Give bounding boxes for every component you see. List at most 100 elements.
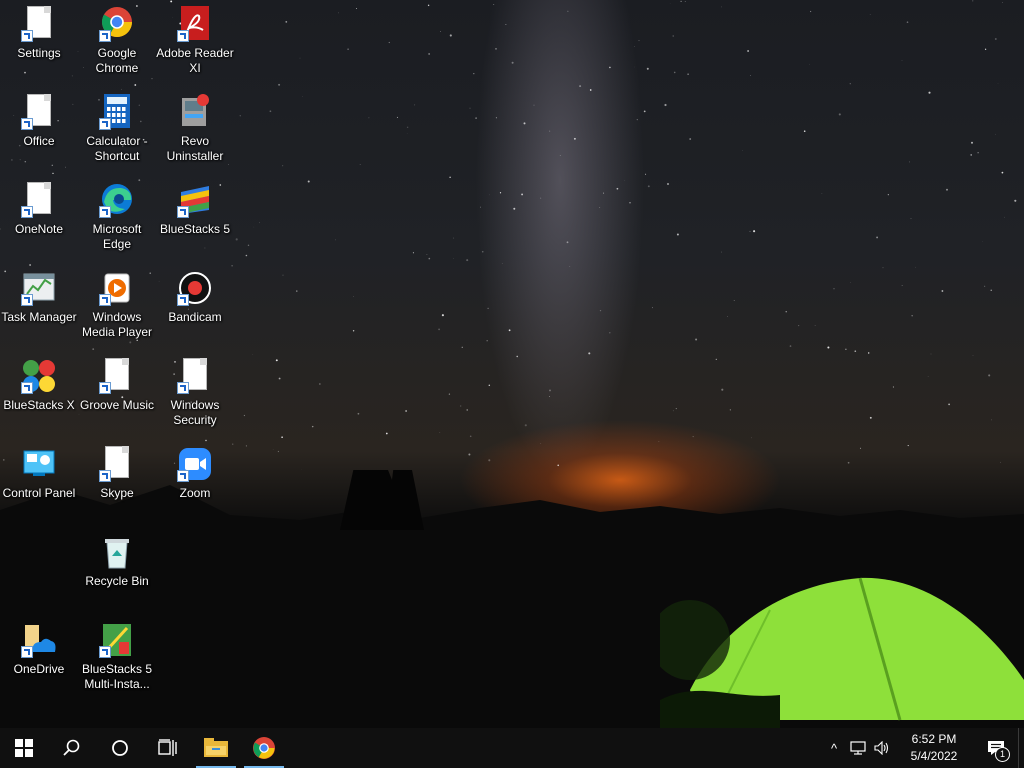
task-view-button[interactable] xyxy=(144,728,192,768)
desktop-icon-calculator-shortcut[interactable]: Calculator - Shortcut xyxy=(78,88,156,174)
clock-date: 5/4/2022 xyxy=(910,749,958,763)
calculator-icon xyxy=(99,94,135,130)
action-center-button[interactable]: 1 xyxy=(974,728,1018,768)
desktop-icon-google-chrome[interactable]: Google Chrome xyxy=(78,0,156,86)
desktop-icon-label: BlueStacks 5 Multi-Insta... xyxy=(81,662,153,691)
desktop-icon-bluestacks-x[interactable]: BlueStacks X xyxy=(0,352,78,438)
task-view-icon xyxy=(158,739,177,756)
desktop-icon-label: Adobe Reader XI xyxy=(156,46,234,75)
cortana-button[interactable] xyxy=(96,728,144,768)
notification-count-badge: 1 xyxy=(995,747,1010,762)
taskbar-chrome[interactable] xyxy=(240,728,288,768)
shortcut-arrow-icon xyxy=(99,646,111,658)
desktop-icon-bandicam[interactable]: Bandicam xyxy=(156,264,234,350)
desktop-icon-bluestacks-5-multi-insta[interactable]: BlueStacks 5 Multi-Insta... xyxy=(78,616,156,702)
network-button[interactable] xyxy=(846,728,870,768)
shortcut-arrow-icon xyxy=(21,382,33,394)
groove-music-doc-icon xyxy=(99,358,135,394)
clock[interactable]: 6:52 PM 5/4/2022 xyxy=(894,731,974,765)
desktop-icon-settings[interactable]: Settings xyxy=(0,0,78,86)
shortcut-arrow-icon xyxy=(99,294,111,306)
control-panel-icon xyxy=(21,446,57,482)
desktop-icon-microsoft-edge[interactable]: Microsoft Edge xyxy=(78,176,156,262)
desktop-icon-label: Skype xyxy=(100,486,134,500)
desktop-icon-label: Settings xyxy=(17,46,61,60)
desktop-icon-label: Microsoft Edge xyxy=(92,222,142,251)
desktop-icon-recycle-bin[interactable]: Recycle Bin xyxy=(78,528,156,614)
desktop[interactable]: Settings Google Chrome Adobe Reader XI Offi… xyxy=(0,0,1024,728)
desktop-icon-label: OneNote xyxy=(14,222,64,236)
volume-icon xyxy=(874,741,889,755)
windows-security-doc-icon xyxy=(177,358,213,394)
shortcut-arrow-icon xyxy=(21,294,33,306)
desktop-icon-onenote[interactable]: OneNote xyxy=(0,176,78,262)
desktop-icon-skype[interactable]: Skype xyxy=(78,440,156,526)
media-player-icon xyxy=(99,270,135,306)
search-button[interactable] xyxy=(48,728,96,768)
chrome-icon xyxy=(99,6,135,42)
desktop-icon-bluestacks-5[interactable]: BlueStacks 5 xyxy=(156,176,234,262)
search-icon xyxy=(63,739,80,756)
desktop-icon-task-manager[interactable]: Task Manager xyxy=(0,264,78,350)
shortcut-arrow-icon xyxy=(177,470,189,482)
clock-time: 6:52 PM xyxy=(911,732,957,746)
task-manager-icon xyxy=(21,270,57,306)
shortcut-arrow-icon xyxy=(21,30,33,42)
network-icon xyxy=(850,741,866,755)
bluestacks-multi-instance-icon xyxy=(99,622,135,658)
shortcut-arrow-icon xyxy=(99,382,111,394)
desktop-icon-label: Task Manager xyxy=(1,310,77,324)
start-icon xyxy=(15,739,33,757)
tent-illustration xyxy=(660,577,1024,728)
skype-doc-icon xyxy=(99,446,135,482)
desktop-icon-groove-music[interactable]: Groove Music xyxy=(78,352,156,438)
shortcut-arrow-icon xyxy=(99,470,111,482)
chrome-icon xyxy=(253,737,275,759)
shortcut-arrow-icon xyxy=(177,30,189,42)
taskbar-file-explorer[interactable] xyxy=(192,728,240,768)
system-tray: ^ 6:52 PM 5/4/2022 1 xyxy=(822,728,1024,768)
bluestacks-x-icon xyxy=(21,358,57,394)
file-explorer-icon xyxy=(204,738,228,757)
desktop-icon-label: Recycle Bin xyxy=(85,574,149,588)
tray-chevron-button[interactable]: ^ xyxy=(822,728,846,768)
volume-button[interactable] xyxy=(870,728,894,768)
desktop-icon-label: Windows Security xyxy=(170,398,220,427)
start-button[interactable] xyxy=(0,728,48,768)
show-desktop-button[interactable] xyxy=(1018,728,1024,768)
desktop-icon-label: Calculator - Shortcut xyxy=(86,134,148,163)
shortcut-arrow-icon xyxy=(99,118,111,130)
onenote-doc-icon xyxy=(21,182,57,218)
desktop-icon-label: Control Panel xyxy=(2,486,76,500)
desktop-icon-zoom[interactable]: Zoom xyxy=(156,440,234,526)
edge-icon xyxy=(99,182,135,218)
shortcut-arrow-icon xyxy=(21,118,33,130)
desktop-icon-windows-media-player[interactable]: Windows Media Player xyxy=(78,264,156,350)
desktop-icon-windows-security[interactable]: Windows Security xyxy=(156,352,234,438)
desktop-icon-adobe-reader-xi[interactable]: Adobe Reader XI xyxy=(156,0,234,86)
desktop-icon-label: Zoom xyxy=(179,486,211,500)
desktop-icon-onedrive[interactable]: OneDrive xyxy=(0,616,78,702)
office-doc-icon xyxy=(21,94,57,130)
desktop-icon-label: BlueStacks 5 xyxy=(159,222,231,236)
shortcut-arrow-icon xyxy=(177,206,189,218)
desktop-icon-revo-uninstaller[interactable]: Revo Uninstaller xyxy=(156,88,234,174)
desktop-icon-label: Bandicam xyxy=(168,310,222,324)
desktop-icon-label: OneDrive xyxy=(13,662,65,676)
bandicam-icon xyxy=(177,270,213,306)
desktop-icon-label: Google Chrome xyxy=(95,46,139,75)
desktop-icon-label: Windows Media Player xyxy=(81,310,153,339)
desktop-icon-control-panel[interactable]: Control Panel xyxy=(0,440,78,526)
recycle-bin-icon xyxy=(99,534,135,570)
desktop-icon-office[interactable]: Office xyxy=(0,88,78,174)
chevron-up-icon: ^ xyxy=(830,740,838,756)
shortcut-arrow-icon xyxy=(99,30,111,42)
taskbar: ^ 6:52 PM 5/4/2022 1 xyxy=(0,728,1024,768)
bluestacks-icon xyxy=(177,182,213,218)
shortcut-arrow-icon xyxy=(21,206,33,218)
shortcut-arrow-icon xyxy=(99,206,111,218)
zoom-icon xyxy=(177,446,213,482)
shortcut-arrow-icon xyxy=(177,294,189,306)
shortcut-arrow-icon xyxy=(21,646,33,658)
onedrive-icon xyxy=(21,622,57,658)
